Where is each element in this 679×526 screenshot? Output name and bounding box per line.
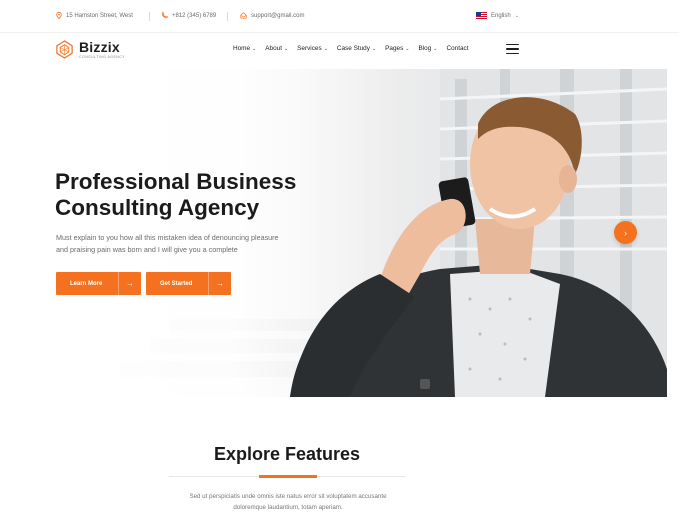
brand-name: Bizzix bbox=[79, 39, 120, 55]
hero-title-line: Professional Business bbox=[55, 169, 297, 194]
envelope-home-icon bbox=[240, 12, 247, 19]
hero-description: Must explain to you how all this mistake… bbox=[56, 232, 336, 256]
us-flag-icon bbox=[476, 12, 487, 19]
email-text[interactable]: support@gmail.com bbox=[251, 13, 304, 19]
location-pin-icon bbox=[56, 12, 62, 19]
nav-item-label: Contact bbox=[446, 45, 469, 52]
nav-item-services[interactable]: Services ⌄ bbox=[297, 45, 328, 52]
nav-item-label: Services bbox=[297, 45, 322, 52]
nav-item-home[interactable]: Home ⌄ bbox=[233, 45, 256, 52]
hero-section: Professional Business Consulting Agency … bbox=[0, 69, 667, 397]
slider-next-button[interactable]: › bbox=[614, 221, 637, 244]
chevron-right-icon: › bbox=[624, 227, 627, 238]
chevron-down-icon: ⌄ bbox=[252, 45, 257, 52]
nav-item-label: Pages bbox=[385, 45, 404, 52]
address-info: 15 Hamston Street, West bbox=[56, 12, 133, 19]
chevron-down-icon: ⌄ bbox=[514, 12, 519, 19]
arrow-right-icon: → bbox=[208, 272, 231, 295]
section-description-line: doloremque laudantium, totam aperiam. bbox=[233, 504, 343, 511]
address-text: 15 Hamston Street, West bbox=[66, 12, 133, 19]
section-description-line: Sed ut perspiciatis unde omnis iste natu… bbox=[189, 493, 387, 500]
chevron-down-icon: ⌄ bbox=[283, 45, 289, 52]
learn-more-button[interactable]: Learn More → bbox=[56, 272, 141, 295]
chevron-down-icon: ⌄ bbox=[371, 45, 377, 52]
chevron-down-icon: ⌄ bbox=[433, 45, 438, 52]
learn-more-label: Learn More bbox=[70, 280, 103, 287]
hero-title-line: Consulting Agency bbox=[55, 195, 260, 220]
language-label: English bbox=[491, 12, 511, 19]
email-info[interactable]: support@gmail.com bbox=[240, 12, 304, 19]
brand-tagline: CONSULTING AGENCY bbox=[79, 55, 126, 59]
nav-item-pages[interactable]: Pages ⌄ bbox=[385, 45, 409, 52]
hero-description-line: Must explain to you how all this mistake… bbox=[56, 233, 279, 242]
hero-title: Professional Business Consulting Agency bbox=[55, 169, 355, 221]
nav-item-label: Blog bbox=[418, 45, 432, 52]
top-info-bar: 15 Hamston Street, West +812 (345) 6789 … bbox=[0, 0, 679, 32]
hero-description-line: and praising pain was born and I will gi… bbox=[56, 245, 238, 254]
nav-item-contact[interactable]: Contact bbox=[446, 45, 468, 52]
phone-icon bbox=[161, 12, 168, 19]
brand-logo[interactable]: Bizzix CONSULTING AGENCY bbox=[55, 40, 125, 59]
hamburger-menu-icon[interactable] bbox=[506, 44, 519, 57]
chevron-down-icon: ⌄ bbox=[405, 45, 410, 52]
nav-item-case-study[interactable]: Case Study ⌄ bbox=[337, 45, 376, 52]
section-divider-accent bbox=[259, 475, 317, 478]
chevron-down-icon: ⌄ bbox=[323, 45, 328, 52]
nav-item-label: Home bbox=[233, 45, 251, 52]
nav-item-blog[interactable]: Blog ⌄ bbox=[418, 45, 437, 52]
section-title: Explore Features bbox=[213, 444, 361, 464]
phone-info[interactable]: +812 (345) 6789 bbox=[161, 12, 216, 19]
primary-menu: Home ⌄ About ⌄ Services ⌄ Case Study ⌄ Pages… bbox=[233, 45, 478, 52]
nav-item-label: Case Study bbox=[336, 45, 370, 52]
get-started-button[interactable]: Get Started → bbox=[146, 272, 231, 295]
logo-mark-icon bbox=[56, 40, 73, 59]
nav-item-about[interactable]: About ⌄ bbox=[265, 45, 288, 52]
arrow-right-icon: → bbox=[118, 272, 141, 295]
get-started-label: Get Started bbox=[160, 280, 193, 287]
section-description: Sed ut perspiciatis unde omnis iste natu… bbox=[170, 491, 406, 513]
main-navbar: Bizzix CONSULTING AGENCY Home ⌄ About ⌄ Se… bbox=[0, 32, 679, 70]
phone-text[interactable]: +812 (345) 6789 bbox=[172, 13, 216, 19]
language-selector[interactable]: English ⌄ bbox=[476, 12, 519, 19]
nav-item-label: About bbox=[265, 45, 282, 52]
